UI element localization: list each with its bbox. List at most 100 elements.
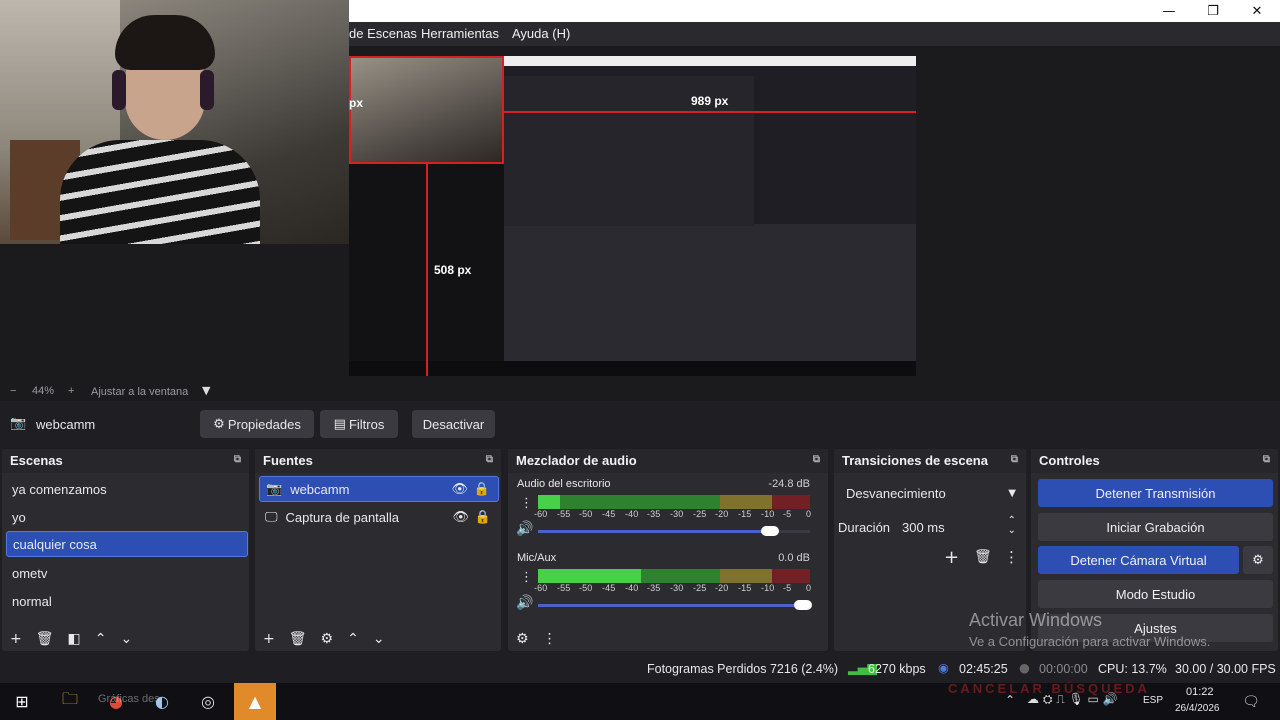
move-down-icon[interactable]: ⌄ [120, 631, 132, 647]
transitions-title: Transiciones de escena [842, 453, 988, 468]
left-label: px [349, 96, 364, 110]
studio-mode-button[interactable]: Modo Estudio [1038, 580, 1273, 608]
duration-spinbox[interactable]: 300 ms ⌃ ⌄ [896, 513, 1022, 541]
stop-stream-button[interactable]: Detener Transmisión [1038, 479, 1273, 507]
trash-icon[interactable]: 🗑 [974, 549, 992, 565]
clock-time[interactable]: 01:22 [1186, 686, 1214, 698]
scale-tick: -60 [534, 509, 548, 519]
menu-scenes[interactable]: de Escenas [349, 26, 417, 41]
speaker-icon[interactable]: 🔊 [516, 521, 533, 537]
advanced-audio-icon[interactable]: ⚙ [516, 631, 529, 647]
add-icon[interactable]: + [263, 631, 275, 647]
float-dock-icon[interactable]: ⧉ [1011, 454, 1018, 465]
preview-canvas[interactable]: 989 px 508 px px [349, 56, 916, 376]
scale-tick: -20 [715, 583, 729, 593]
zoom-in-button[interactable]: + [68, 385, 74, 397]
float-dock-icon[interactable]: ⧉ [234, 454, 241, 465]
properties-button[interactable]: ⚙ Propiedades [200, 410, 314, 438]
trash-icon[interactable]: 🗑 [36, 631, 54, 647]
fit-to-window-label[interactable]: Ajustar a la ventana [91, 386, 188, 398]
zoom-bar: − 44% + Ajustar a la ventana ▼ [0, 383, 1280, 401]
scene-item[interactable]: ometv [6, 560, 248, 586]
zoom-out-button[interactable]: − [10, 385, 16, 397]
camera-icon: 📷 [10, 416, 27, 431]
maximize-button[interactable]: ❐ [1191, 0, 1235, 22]
volume-slider-knob[interactable] [761, 526, 779, 536]
mixer-title: Mezclador de audio [516, 453, 637, 468]
language-indicator[interactable]: ESP [1143, 695, 1163, 706]
virtual-camera-settings-icon[interactable]: ⚙ [1243, 546, 1273, 574]
guide-line [349, 56, 351, 164]
stop-virtual-camera-button[interactable]: Detener Cámara Virtual [1038, 546, 1239, 574]
windows-start-icon[interactable]: ⊞ [0, 683, 44, 720]
scale-tick: -45 [602, 583, 616, 593]
float-dock-icon[interactable]: ⧉ [813, 454, 820, 465]
close-button[interactable]: ✕ [1235, 0, 1279, 22]
add-icon[interactable]: + [10, 631, 22, 647]
minimize-button[interactable]: — [1147, 0, 1191, 22]
meter-level [538, 495, 560, 509]
scale-tick: -15 [738, 583, 752, 593]
eye-icon[interactable]: 👁 [451, 482, 468, 497]
height-label: 508 px [434, 263, 472, 277]
chevron-down-icon: ▼ [1008, 487, 1016, 499]
kebab-menu-icon[interactable]: ⋮ [543, 631, 557, 647]
sources-header: Fuentes ⧉ [255, 449, 501, 473]
file-explorer-icon[interactable]: 🗀 [50, 683, 90, 720]
eye-icon[interactable]: 👁 [452, 510, 469, 525]
guide-line [426, 162, 428, 376]
scenes-dock: Escenas ⧉ ya comenzamos yo cualquier cosa… [2, 449, 249, 651]
transition-select[interactable]: Desvanecimiento ▼ [840, 479, 1022, 507]
scale-tick: -20 [715, 509, 729, 519]
move-down-icon[interactable]: ⌄ [373, 631, 385, 647]
source-item-selected[interactable]: 📷 webcamm 👁 🔒 [259, 476, 499, 502]
source-label: webcamm [290, 481, 350, 497]
scale-tick: -30 [670, 509, 684, 519]
deactivate-button[interactable]: Desactivar [412, 410, 495, 438]
scene-item[interactable]: yo [6, 504, 248, 530]
float-dock-icon[interactable]: ⧉ [1263, 454, 1270, 465]
scene-item[interactable]: ya comenzamos [6, 476, 248, 502]
rec-icon: ● [1019, 660, 1030, 675]
spin-down-icon[interactable]: ⌄ [1008, 525, 1016, 536]
notifications-icon[interactable]: 🗨 [1236, 683, 1266, 720]
menu-help[interactable]: Ayuda (H) [512, 26, 570, 41]
gear-icon[interactable]: ⚙ [321, 631, 334, 647]
volume-slider-knob[interactable] [794, 600, 812, 610]
start-recording-button[interactable]: Iniciar Grabación [1038, 513, 1273, 541]
add-icon[interactable]: + [944, 547, 959, 568]
scale-tick: -5 [783, 509, 792, 519]
scene-item-selected[interactable]: cualquier cosa [6, 531, 248, 557]
filters-button[interactable]: ▤ Filtros [320, 410, 398, 438]
move-up-icon[interactable]: ⌃ [95, 631, 107, 647]
webcam-overlay [0, 0, 349, 244]
source-item[interactable]: 🖵 Captura de pantalla 👁 🔒 [259, 504, 499, 530]
lock-icon[interactable]: 🔒 [475, 510, 491, 525]
dropdown-icon[interactable]: ▼ [202, 384, 210, 397]
scale-tick: -40 [625, 583, 639, 593]
channel-name: Audio del escritorio [517, 478, 611, 490]
kebab-menu-icon[interactable]: ⋮ [1004, 548, 1019, 566]
clock-date[interactable]: 26/4/2026 [1175, 703, 1220, 714]
selected-source-name: webcamm [36, 417, 96, 432]
trash-icon[interactable]: 🗑 [289, 631, 307, 647]
dropped-frames: Fotogramas Perdidos 7216 (2.4%) [647, 662, 839, 676]
blurred-tooltip-text: Gráficas des. [98, 693, 163, 705]
volume-meter [538, 495, 810, 509]
app-icon[interactable]: ▲ [234, 683, 276, 720]
chevron-up-icon[interactable]: ⌃ [1005, 693, 1015, 707]
lock-icon[interactable]: 🔒 [474, 482, 490, 497]
float-dock-icon[interactable]: ⧉ [486, 454, 493, 465]
kebab-menu-icon[interactable]: ⋮ [520, 570, 533, 585]
obs-icon[interactable]: ◎ [188, 683, 228, 720]
tray-icons[interactable]: ☁ ⛭ ⎍ 🎙 ▭ 🔊 [1027, 692, 1118, 707]
scale-tick: -50 [579, 583, 593, 593]
duration-value: 300 ms [902, 519, 945, 535]
scene-filter-icon[interactable]: ◧ [68, 631, 81, 647]
scene-item[interactable]: normal [6, 588, 248, 614]
move-up-icon[interactable]: ⌃ [347, 631, 359, 647]
kebab-menu-icon[interactable]: ⋮ [520, 496, 533, 511]
speaker-icon[interactable]: 🔊 [516, 595, 533, 611]
menu-tools[interactable]: Herramientas [421, 26, 499, 41]
mixer-header: Mezclador de audio ⧉ [508, 449, 828, 473]
